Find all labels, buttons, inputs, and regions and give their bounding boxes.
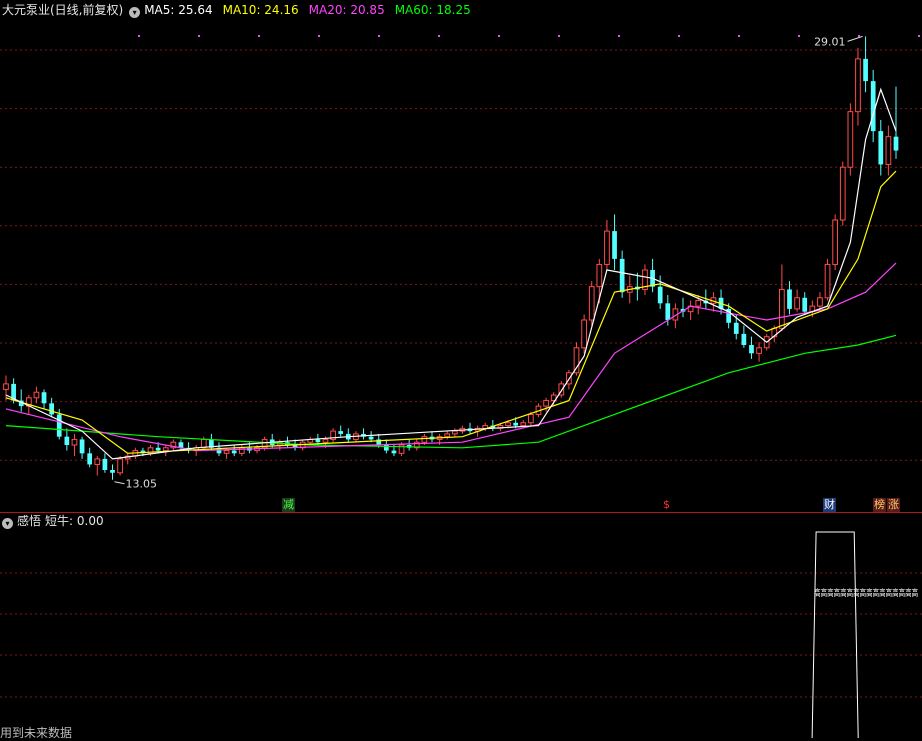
indicator-value: 短牛: 0.00	[45, 514, 104, 528]
event-marker[interactable]: 减	[282, 498, 295, 512]
ma10-readout: MA10: 24.16	[222, 3, 299, 17]
price-header: 大元泵业(日线,前复权) ▾ MA5: 25.64 MA10: 24.16 MA20: …	[2, 2, 475, 18]
ma5-readout: MA5: 25.64	[144, 3, 213, 17]
ma20-readout: MA20: 20.85	[308, 3, 385, 17]
indicator-header: ▾ 感悟 短牛: 0.00	[2, 513, 108, 529]
indicator-menu-icon[interactable]: ▾	[2, 518, 13, 529]
ma60-readout: MA60: 18.25	[394, 3, 471, 17]
price-panel[interactable]	[0, 0, 922, 512]
event-marker[interactable]: 涨	[887, 498, 900, 512]
indicator-panel[interactable]	[0, 512, 922, 738]
settings-menu-icon[interactable]: ▾	[129, 7, 141, 18]
event-marker[interactable]: 榜	[873, 498, 886, 512]
bottom-note: 用到未来数据	[0, 726, 73, 740]
event-marker[interactable]: 财	[823, 498, 836, 512]
stock-title: 大元泵业(日线,前复权)	[2, 3, 124, 17]
event-marker[interactable]: $	[662, 498, 671, 512]
indicator-name: 感悟	[17, 514, 42, 528]
